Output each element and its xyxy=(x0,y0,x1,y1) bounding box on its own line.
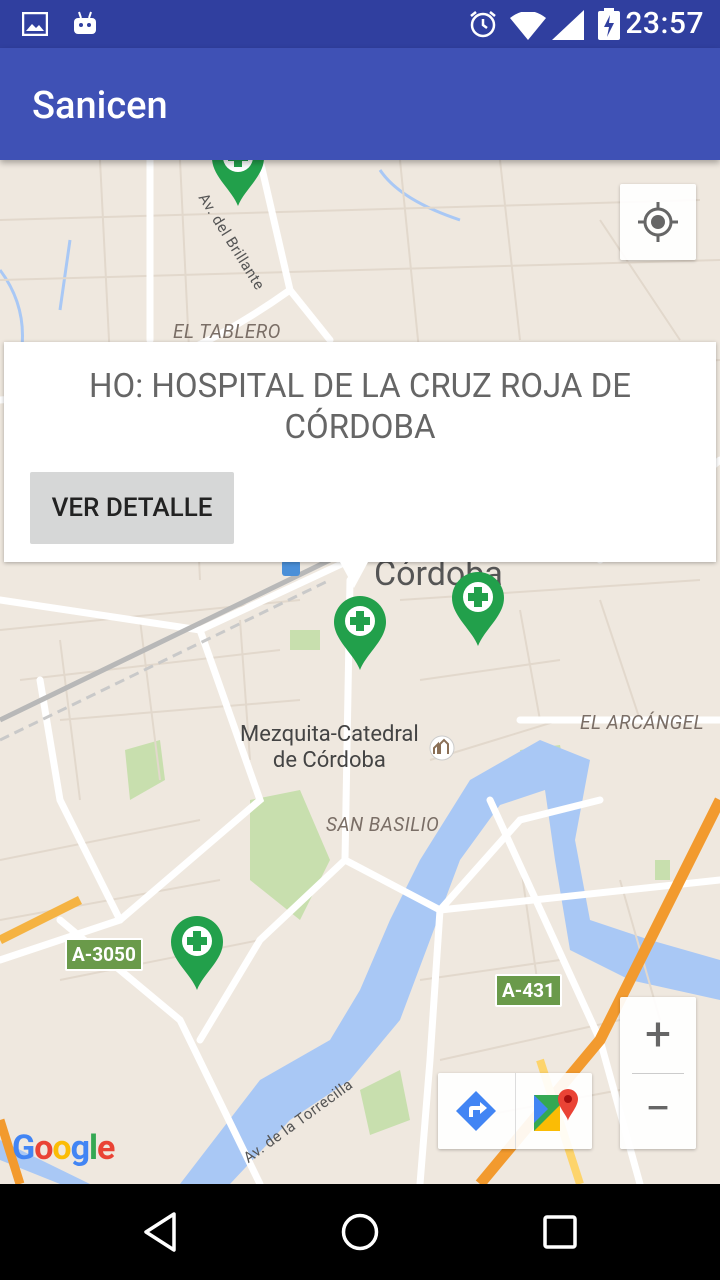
road-badge-a3050: A-3050 xyxy=(65,938,143,971)
hospital-marker[interactable] xyxy=(332,594,388,672)
status-time: 23:57 xyxy=(625,6,704,41)
google-logo: Google xyxy=(12,1128,115,1168)
label-el-arcangel: EL ARCÁNGEL xyxy=(580,711,705,734)
zoom-out-button[interactable]: − xyxy=(620,1073,696,1149)
android-icon xyxy=(72,10,98,40)
my-location-icon xyxy=(620,202,696,264)
app-bar: Sanicen xyxy=(0,48,720,160)
hospital-marker[interactable] xyxy=(210,160,266,208)
recents-icon[interactable] xyxy=(543,1215,577,1253)
google-logo-letter: g xyxy=(70,1128,90,1168)
image-icon xyxy=(21,11,49,40)
google-logo-letter: o xyxy=(34,1128,53,1168)
zoom-in-button[interactable]: + xyxy=(620,997,696,1073)
label-el-tablero: EL TABLERO xyxy=(173,320,281,343)
wifi-icon xyxy=(510,11,546,44)
alarm-icon xyxy=(468,9,498,43)
zoom-controls: + − xyxy=(620,997,696,1149)
road-badge-a431: A-431 xyxy=(495,974,562,1007)
google-maps-icon[interactable] xyxy=(516,1073,592,1149)
hospital-marker[interactable] xyxy=(169,914,225,992)
status-bar: 23:57 xyxy=(0,0,720,48)
google-logo-letter: e xyxy=(97,1128,115,1168)
directions-icon[interactable] xyxy=(438,1073,515,1149)
hospital-marker[interactable] xyxy=(450,570,506,648)
info-window-pointer xyxy=(340,562,368,588)
map-toolbar xyxy=(438,1073,592,1149)
back-icon[interactable] xyxy=(140,1210,180,1258)
google-logo-letter: G xyxy=(12,1128,35,1168)
battery-charging-icon xyxy=(598,8,620,44)
ver-detalle-button[interactable]: VER DETALLE xyxy=(30,472,234,544)
map-view[interactable]: EL TABLERO EL ARCÁNGEL SAN BASILIO Av. d… xyxy=(0,160,720,1184)
app-title: Sanicen xyxy=(32,84,168,128)
info-window-title: HO: HOSPITAL DE LA CRUZ ROJA DE CÓRDOBA xyxy=(88,367,632,447)
home-icon[interactable] xyxy=(340,1212,380,1256)
marker-info-window: HO: HOSPITAL DE LA CRUZ ROJA DE CÓRDOBA … xyxy=(4,342,716,588)
google-logo-letter: l xyxy=(89,1128,98,1168)
my-location-button[interactable] xyxy=(620,184,696,260)
navigation-bar xyxy=(0,1184,720,1280)
label-san-basilio: SAN BASILIO xyxy=(326,813,440,836)
label-mezquita: Mezquita-Catedral de Córdoba xyxy=(240,722,419,773)
signal-icon xyxy=(552,10,584,44)
google-logo-letter: o xyxy=(52,1128,71,1168)
